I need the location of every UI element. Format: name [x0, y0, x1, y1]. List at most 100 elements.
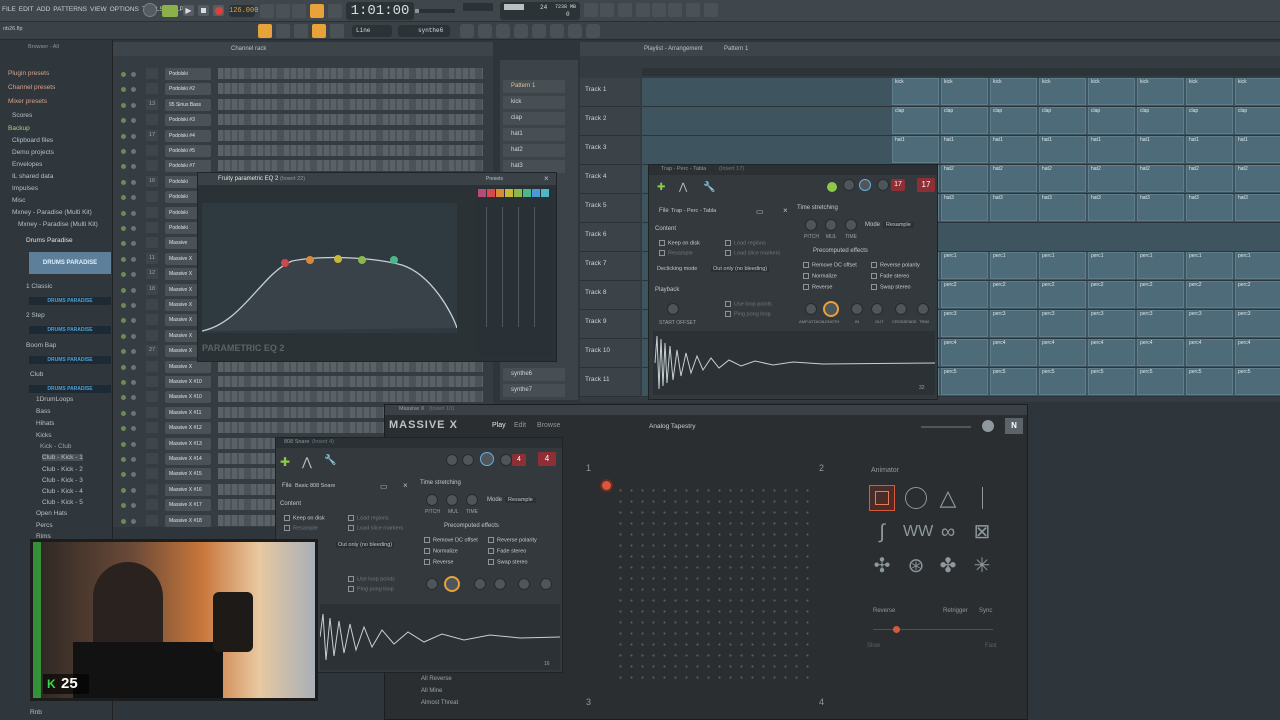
channel-mixer-track[interactable]	[146, 483, 158, 495]
pattern-item[interactable]: synthe7	[503, 384, 565, 397]
pan-knob[interactable]	[446, 454, 458, 466]
channel-mute-led[interactable]	[121, 102, 126, 108]
master-volume-knob[interactable]	[143, 3, 157, 17]
volume-knob[interactable]	[859, 179, 871, 191]
channel-mute-led[interactable]	[121, 195, 126, 201]
channel-mute-led[interactable]	[121, 487, 126, 493]
track-header[interactable]: Track 2	[580, 107, 640, 136]
animator-rings-icon[interactable]: ⊛	[903, 553, 929, 579]
channel-mixer-track[interactable]	[146, 299, 158, 310]
keep-on-disk-check[interactable]: Keep on disk	[284, 515, 325, 521]
channel-mixer-track[interactable]	[146, 237, 158, 249]
pattern-clip[interactable]: perc2	[1137, 281, 1184, 308]
fade-out-knob[interactable]	[494, 578, 506, 590]
channel-pan-knob[interactable]	[131, 472, 136, 478]
channel-mute-led[interactable]	[121, 318, 126, 324]
sampler-tab-icon[interactable]: ✚	[657, 182, 665, 193]
pencil-icon[interactable]	[312, 24, 326, 38]
pattern-clip[interactable]: hat3	[1137, 194, 1184, 221]
browser-item-mxney-kit-sub[interactable]: Mxney - Paradise (Multi Kit)	[18, 221, 98, 228]
channel-pan-knob[interactable]	[131, 487, 136, 493]
channel-mute-led[interactable]	[121, 72, 126, 77]
channel-mixer-track[interactable]	[146, 83, 158, 95]
zoom-icon[interactable]	[330, 24, 344, 38]
channel-mixer-track[interactable]: 16	[146, 175, 158, 187]
track-header[interactable]: Track 3	[580, 136, 640, 165]
channel-mixer-track[interactable]	[146, 145, 158, 156]
channel-name-button[interactable]: Massive X #18	[165, 514, 211, 527]
track-lane[interactable]: hat1 hat1 hat1 hat1 hat1 hat1 hat1 hat1	[642, 136, 1280, 165]
pattern-clip[interactable]: perc4	[1088, 339, 1135, 366]
browser-item-hihats[interactable]: Hihats	[36, 420, 54, 427]
ping-pong-check[interactable]: Ping pong loop	[348, 586, 394, 592]
massive-preset-name[interactable]: Analog Tapestry	[649, 423, 696, 430]
channel-mute-led[interactable]	[121, 518, 126, 524]
fx-left-2[interactable]: Reverse	[803, 284, 832, 290]
channel-pan-knob[interactable]	[131, 72, 136, 77]
pattern-clip[interactable]: perc5	[1088, 368, 1135, 395]
channel-step-sequencer[interactable]	[218, 391, 483, 403]
pattern-clip[interactable]: perc5	[990, 368, 1037, 395]
animator-zigzag-icon[interactable]: WW	[903, 519, 933, 545]
sample-waveform[interactable]: 32	[653, 331, 936, 395]
channel-mixer-track[interactable]	[146, 514, 158, 526]
mixer-track-badge[interactable]: 4	[538, 452, 556, 466]
channel-mute-led[interactable]	[121, 380, 126, 385]
browser-item-drums-paradise[interactable]: Drums Paradise	[26, 237, 73, 244]
pattern-clip[interactable]: hat2	[1039, 165, 1086, 192]
pattern-clip[interactable]: kick	[941, 78, 988, 105]
browser-item-boom-bap[interactable]: Boom Bap	[26, 342, 56, 349]
track-lane[interactable]: kick kick kick kick kick kick kick kick	[642, 78, 1280, 107]
pattern-clip[interactable]: perc1	[990, 252, 1037, 279]
pattern-clip[interactable]: hat3	[1235, 194, 1280, 221]
channel-pan-knob[interactable]	[131, 426, 136, 432]
channel-step-sequencer[interactable]	[218, 376, 483, 387]
channel-name-button[interactable]: Massive X	[165, 360, 211, 373]
browser-item-drumloops[interactable]: 1DrumLoops	[36, 396, 73, 403]
channel-mute-led[interactable]	[121, 303, 126, 308]
browser-item-envelopes[interactable]: Envelopes	[12, 161, 42, 168]
channel-pan-knob[interactable]	[131, 395, 136, 401]
resample-check[interactable]: Resample	[284, 525, 318, 531]
tools-icon[interactable]	[600, 3, 614, 17]
mixer-track-badge[interactable]: 17	[917, 178, 935, 192]
track-header[interactable]: Track 8	[580, 281, 640, 310]
pattern-clip[interactable]: perc5	[941, 368, 988, 395]
eq-graph[interactable]	[201, 203, 458, 333]
channel-mute-led[interactable]	[121, 364, 126, 370]
mode-select[interactable]: Resample	[883, 222, 914, 228]
browse-item[interactable]: All Reverse	[421, 676, 452, 682]
animator-retrigger-label[interactable]: Retrigger	[943, 608, 968, 614]
channel-step-sequencer[interactable]	[218, 98, 483, 110]
channel-mixer-track[interactable]: 27	[146, 345, 158, 357]
browser-toggle-icon[interactable]	[258, 24, 272, 38]
pattern-clip[interactable]: hat1	[990, 136, 1037, 163]
track-header[interactable]: Track 4	[580, 165, 640, 194]
channel-mixer-track[interactable]	[146, 314, 158, 326]
ping-pong-check[interactable]: Ping pong loop	[725, 311, 771, 317]
channel-name-button[interactable]: Massive X #17	[165, 499, 211, 512]
browser-item-misc[interactable]: Misc	[12, 197, 25, 204]
close-icon[interactable]: ×	[783, 206, 788, 215]
pattern-item[interactable]: clap	[503, 112, 565, 125]
animator-triangle-icon[interactable]: △	[935, 485, 961, 511]
declicking-select[interactable]: Out only (no bleeding)	[336, 542, 395, 548]
plugin-picker-icon[interactable]	[532, 24, 546, 38]
channel-step-sequencer[interactable]	[218, 68, 483, 79]
browser-item-backup[interactable]: Backup	[8, 125, 30, 132]
channel-mute-led[interactable]	[121, 287, 126, 293]
step-edit-icon[interactable]	[310, 4, 324, 18]
pattern-clip[interactable]: hat2	[1088, 165, 1135, 192]
load-regions-check[interactable]: Load regions	[725, 240, 766, 246]
channel-pan-knob[interactable]	[131, 503, 136, 509]
pattern-clip[interactable]: perc4	[1039, 339, 1086, 366]
file-name[interactable]: Trap - Perc - Tabla	[671, 208, 716, 214]
browser-item-mxney-kit[interactable]: Mxney - Paradise (Multi Kit)	[12, 209, 92, 216]
browser-item-clipboard[interactable]: Clipboard files	[12, 137, 53, 144]
pattern-clip[interactable]: hat3	[1088, 194, 1135, 221]
pattern-clip[interactable]: hat1	[1186, 136, 1233, 163]
pattern-clip[interactable]: perc3	[1088, 310, 1135, 337]
browser-item-club-kick-4[interactable]: Club - Kick - 4	[42, 488, 83, 495]
channel-mixer-track[interactable]	[146, 222, 158, 233]
browser-item-percs[interactable]: Percs	[36, 522, 53, 529]
